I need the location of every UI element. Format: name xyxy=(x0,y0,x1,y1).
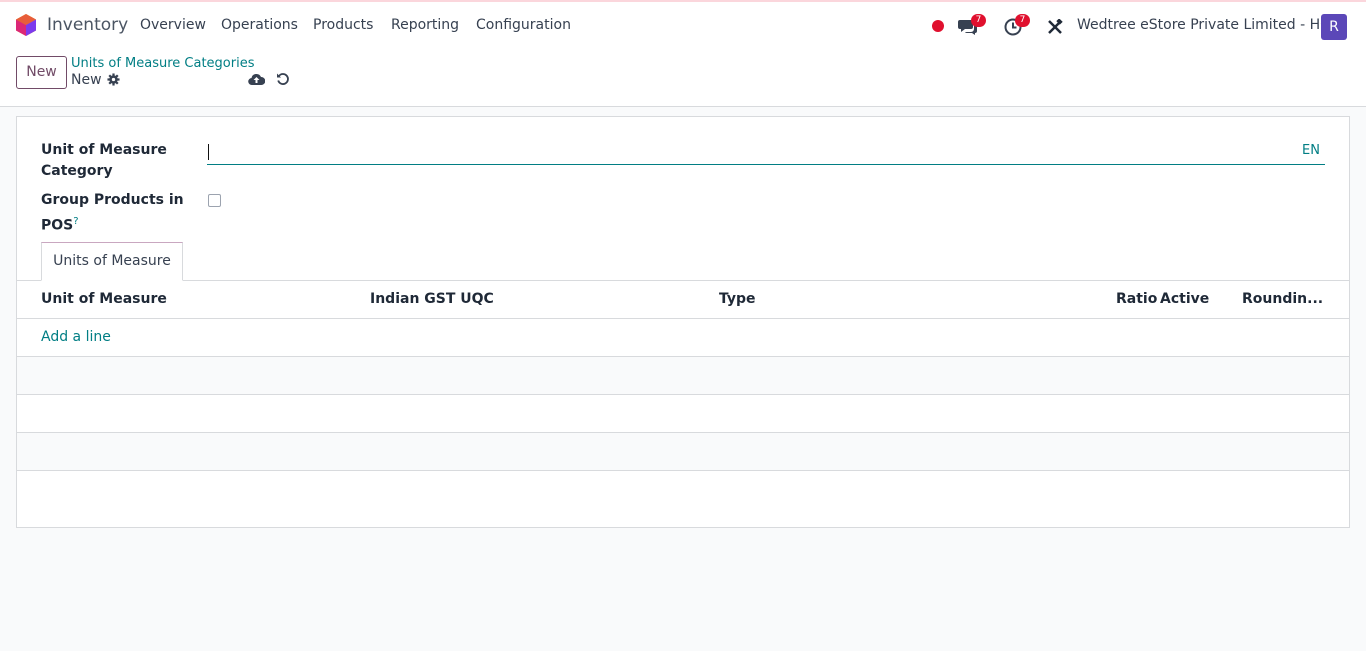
menu-operations[interactable]: Operations xyxy=(221,17,298,33)
column-ratio[interactable]: Ratio xyxy=(1116,291,1157,307)
table-row xyxy=(17,433,1349,471)
activities-count-badge: 7 xyxy=(1015,14,1030,27)
top-navbar: Inventory Overview Operations Products R… xyxy=(0,0,1366,50)
group-products-field-label: Group Products in POS? xyxy=(41,190,184,237)
menu-reporting[interactable]: Reporting xyxy=(391,17,459,33)
tools-icon xyxy=(1048,18,1063,34)
group-label-line2: POS xyxy=(41,217,74,234)
help-tooltip-icon[interactable]: ? xyxy=(73,216,78,227)
form-sheet: Unit of Measure Category EN Group Produc… xyxy=(16,116,1350,528)
activities-button[interactable]: 7 xyxy=(1004,14,1030,40)
menu-products[interactable]: Products xyxy=(313,17,373,33)
table-header: Unit of Measure Indian GST UQC Type Rati… xyxy=(17,281,1349,319)
company-switcher[interactable]: Wedtree eStore Private Limited - HO xyxy=(1077,17,1331,33)
group-label-line1: Group Products in xyxy=(41,192,184,208)
user-avatar[interactable]: R xyxy=(1321,14,1347,40)
group-products-checkbox[interactable] xyxy=(208,194,221,207)
table-row-add: Add a line xyxy=(17,319,1349,357)
column-unit-of-measure[interactable]: Unit of Measure xyxy=(41,291,167,307)
category-label-line1: Unit of Measure xyxy=(41,142,167,158)
breadcrumb-parent-link[interactable]: Units of Measure Categories xyxy=(71,56,255,71)
column-rounding[interactable]: Roundin... xyxy=(1242,291,1323,307)
add-a-line-link[interactable]: Add a line xyxy=(41,329,111,345)
messages-count-badge: 7 xyxy=(971,14,986,27)
category-name-input[interactable] xyxy=(207,141,1325,165)
category-label-line2: Category xyxy=(41,163,113,179)
recording-indicator-icon[interactable] xyxy=(932,20,944,32)
category-field-label: Unit of Measure Category xyxy=(41,140,167,182)
column-indian-gst-uqc[interactable]: Indian GST UQC xyxy=(370,291,494,307)
breadcrumb-current: New xyxy=(71,72,102,88)
column-active[interactable]: Active xyxy=(1160,291,1209,307)
language-button[interactable]: EN xyxy=(1302,143,1320,158)
control-panel: New Units of Measure Categories New xyxy=(0,50,1366,107)
app-name[interactable]: Inventory xyxy=(47,15,128,35)
discard-undo-icon[interactable] xyxy=(276,72,290,90)
inventory-app-icon[interactable] xyxy=(15,13,37,37)
table-row xyxy=(17,395,1349,433)
tab-units-of-measure[interactable]: Units of Measure xyxy=(41,242,183,281)
debug-tools-button[interactable] xyxy=(1047,18,1063,39)
menu-configuration[interactable]: Configuration xyxy=(476,17,571,33)
gear-icon[interactable] xyxy=(107,73,120,90)
menu-overview[interactable]: Overview xyxy=(140,17,206,33)
column-type[interactable]: Type xyxy=(719,291,756,307)
new-button[interactable]: New xyxy=(16,56,67,89)
messages-button[interactable]: 7 xyxy=(958,14,986,40)
text-cursor xyxy=(208,144,209,160)
save-cloud-icon[interactable] xyxy=(248,72,266,90)
table-row xyxy=(17,357,1349,395)
